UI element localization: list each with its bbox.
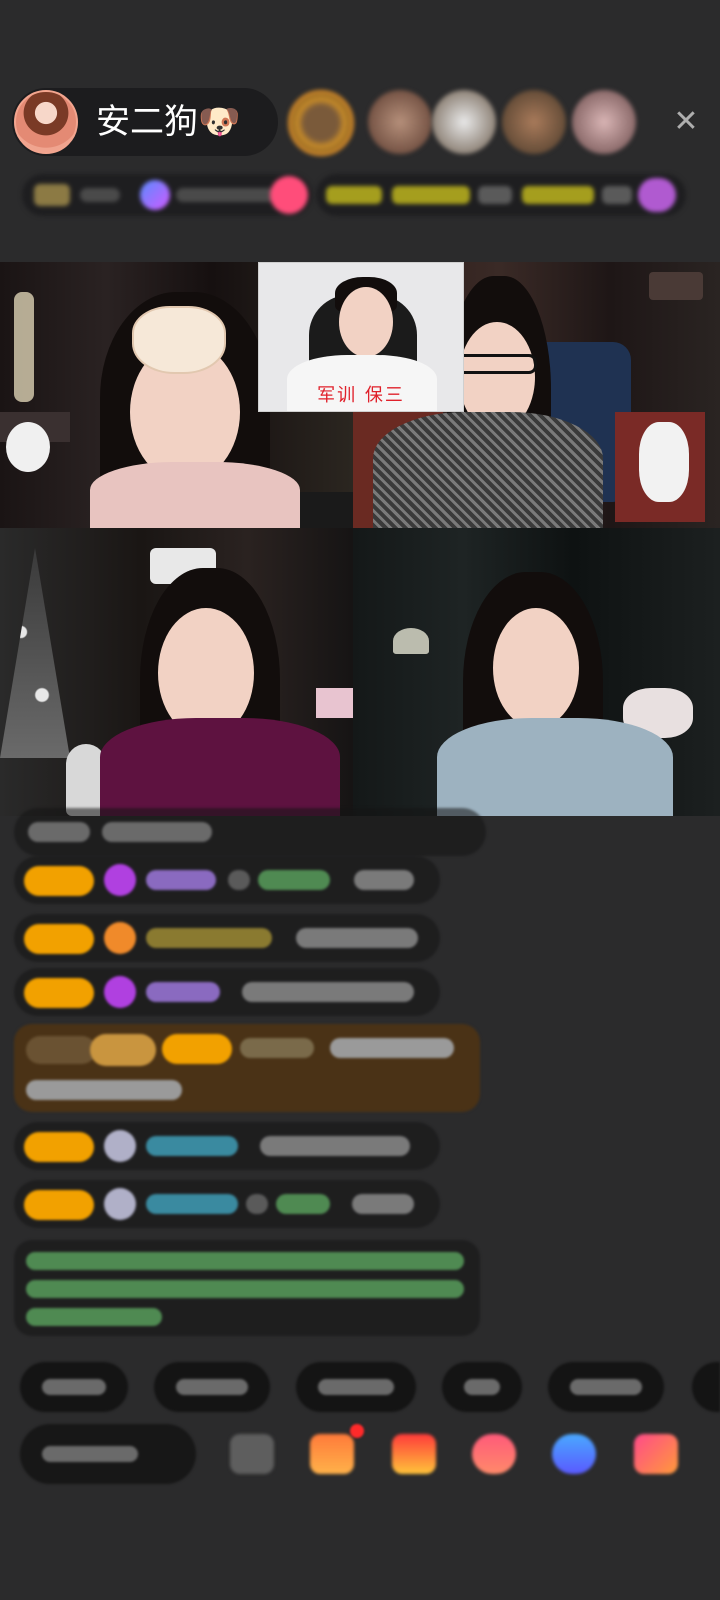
bunny-ears-sticker [132, 306, 226, 374]
chat-message[interactable] [14, 1122, 440, 1170]
rank-info-pill[interactable] [316, 174, 686, 216]
notification-dot [350, 1424, 364, 1438]
quick-reply-chip[interactable] [442, 1362, 522, 1412]
quick-reply-chip[interactable] [296, 1362, 416, 1412]
activity-icon[interactable] [392, 1434, 436, 1474]
quick-reply-chip[interactable] [692, 1362, 720, 1412]
system-notice [14, 1240, 480, 1336]
viewer-avatar[interactable] [502, 90, 566, 154]
chat-message[interactable] [14, 856, 440, 904]
christmas-tree-icon [0, 548, 70, 758]
video-tile-4[interactable] [353, 528, 720, 816]
live-info-pill[interactable] [22, 174, 312, 216]
host-name: 安二狗 [96, 102, 198, 142]
host-profile[interactable]: 安二狗🐶 [12, 88, 278, 156]
cohost-label: 军训 保三 [317, 385, 405, 406]
viewer-avatar[interactable] [288, 90, 354, 156]
quick-reply-chip[interactable] [548, 1362, 664, 1412]
game-icon[interactable] [552, 1434, 596, 1474]
glasses-icon [455, 354, 537, 374]
viewer-avatar[interactable] [572, 90, 636, 154]
gift-box-icon[interactable] [310, 1434, 354, 1474]
host-avatar[interactable] [14, 90, 78, 154]
cohost-video[interactable]: 军训 保三 [258, 262, 464, 412]
comment-input[interactable] [20, 1424, 196, 1484]
gift-icon[interactable] [634, 1434, 678, 1474]
close-icon[interactable]: ✕ [668, 104, 704, 140]
chat-message[interactable] [14, 1180, 440, 1228]
quick-reply-chip[interactable] [154, 1362, 270, 1412]
chat-message[interactable] [14, 808, 486, 856]
chat-message[interactable] [14, 914, 440, 962]
quick-reply-chip[interactable] [20, 1362, 128, 1412]
viewer-avatar[interactable] [368, 90, 432, 154]
chat-message[interactable] [14, 968, 440, 1016]
dog-emoji-icon: 🐶 [198, 102, 241, 142]
share-icon[interactable] [230, 1434, 274, 1474]
viewer-avatar[interactable] [432, 90, 496, 154]
video-tile-3[interactable] [0, 528, 353, 816]
chat-message-highlighted[interactable] [14, 1024, 480, 1112]
pk-icon[interactable] [472, 1434, 516, 1474]
